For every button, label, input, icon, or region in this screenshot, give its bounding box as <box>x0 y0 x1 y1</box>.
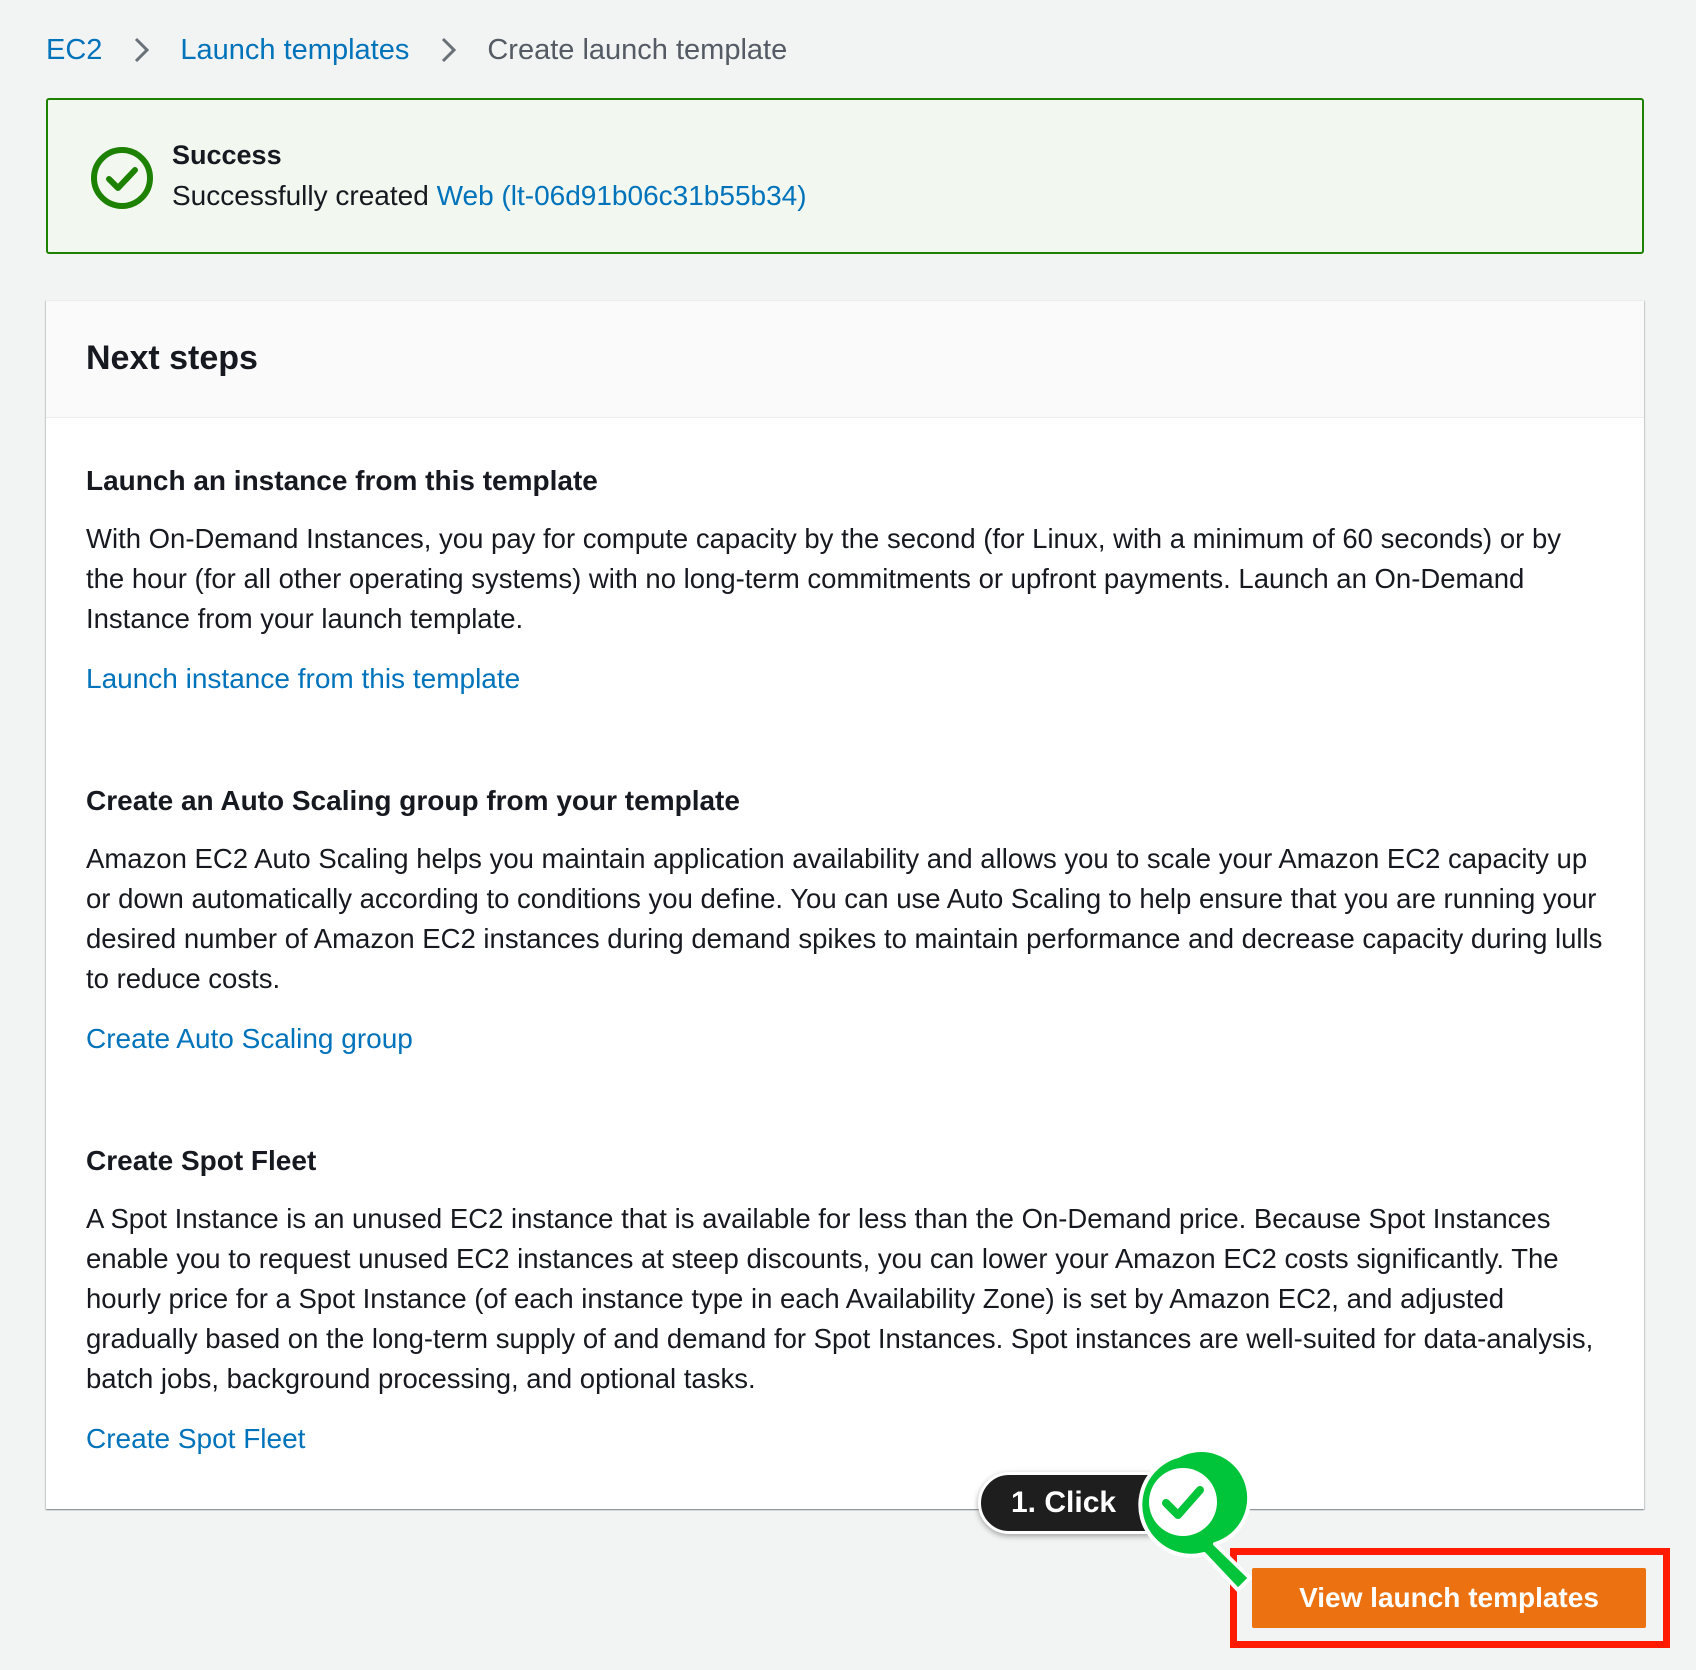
section-title: Create Spot Fleet <box>86 1145 317 1176</box>
create-spot-fleet-link[interactable]: Create Spot Fleet <box>86 1419 1606 1459</box>
check-marker-icon <box>1138 1448 1252 1592</box>
breadcrumb-current: Create launch template <box>487 33 788 66</box>
section-launch-instance: Launch an instance from this template Wi… <box>86 461 1606 699</box>
section-description: Amazon EC2 Auto Scaling helps you mainta… <box>86 843 1603 994</box>
create-auto-scaling-group-link[interactable]: Create Auto Scaling group <box>86 1019 1606 1059</box>
view-launch-templates-button[interactable]: View launch templates <box>1252 1568 1646 1628</box>
flash-title: Success <box>172 140 282 170</box>
section-title: Launch an instance from this template <box>86 465 598 496</box>
chevron-right-icon <box>442 37 457 63</box>
panel-title: Next steps <box>86 339 258 377</box>
section-description: With On-Demand Instances, you pay for co… <box>86 523 1561 634</box>
chevron-right-icon <box>135 37 150 63</box>
success-check-icon <box>91 147 153 209</box>
next-steps-panel: Next steps Launch an instance from this … <box>46 300 1644 1509</box>
flash-message-text: Successfully created <box>172 180 437 211</box>
breadcrumb: EC2 Launch templates Create launch templ… <box>46 30 787 70</box>
breadcrumb-launch-templates[interactable]: Launch templates <box>180 34 409 67</box>
launch-instance-link[interactable]: Launch instance from this template <box>86 659 1606 699</box>
section-title: Create an Auto Scaling group from your t… <box>86 785 740 816</box>
success-flashbar: Success Successfully created Web (lt-06d… <box>46 98 1644 254</box>
template-id-link[interactable]: Web (lt-06d91b06c31b55b34) <box>437 180 807 211</box>
breadcrumb-ec2[interactable]: EC2 <box>46 34 102 67</box>
panel-header: Next steps <box>46 301 1644 418</box>
section-spot-fleet: Create Spot Fleet A Spot Instance is an … <box>86 1141 1606 1459</box>
section-auto-scaling: Create an Auto Scaling group from your t… <box>86 781 1606 1059</box>
section-description: A Spot Instance is an unused EC2 instanc… <box>86 1203 1594 1394</box>
flash-message: Successfully created Web (lt-06d91b06c31… <box>172 180 807 212</box>
